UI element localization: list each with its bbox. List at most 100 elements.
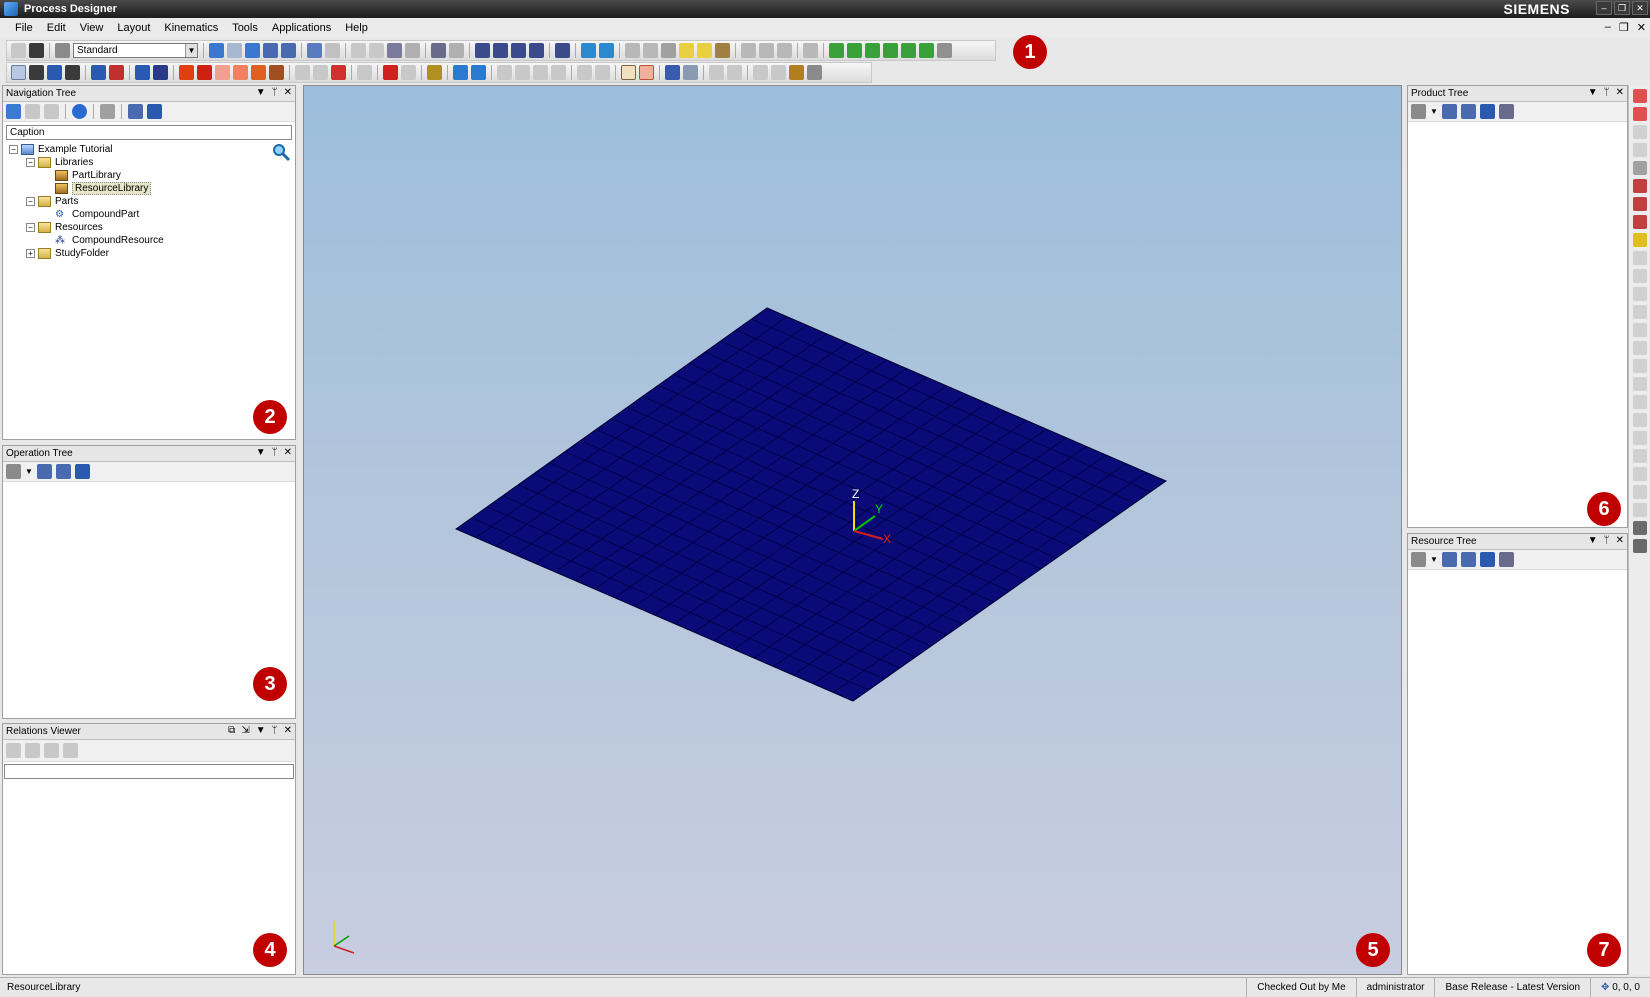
view-top-icon[interactable] xyxy=(901,43,916,58)
mark-icon[interactable] xyxy=(715,43,730,58)
link-icon[interactable] xyxy=(581,43,596,58)
panel-close-icon[interactable]: ✕ xyxy=(284,725,292,736)
new-icon[interactable] xyxy=(307,43,322,58)
properties-icon[interactable] xyxy=(431,43,446,58)
filter-icon[interactable] xyxy=(599,43,614,58)
filter-icon[interactable] xyxy=(1498,552,1514,567)
rotate-icon[interactable] xyxy=(65,65,80,80)
sort-icon[interactable] xyxy=(74,464,90,479)
chevron-down-icon[interactable]: ▼ xyxy=(1430,107,1438,116)
joint-icon[interactable] xyxy=(1633,179,1647,193)
box-zoom-icon[interactable] xyxy=(639,65,654,80)
detach-icon[interactable] xyxy=(643,43,658,58)
menu-applications[interactable]: Applications xyxy=(265,22,338,34)
filter-d-icon[interactable] xyxy=(1633,305,1647,319)
filter-icon[interactable] xyxy=(1498,104,1514,119)
camera-icon[interactable] xyxy=(665,65,680,80)
new-operation-icon[interactable] xyxy=(6,464,21,479)
frame-icon[interactable] xyxy=(515,65,530,80)
panel-menu-icon[interactable]: ▼ xyxy=(256,87,266,98)
zoom-selection-icon[interactable] xyxy=(109,65,124,80)
filter-o-icon[interactable] xyxy=(1633,503,1647,517)
panel-menu-icon[interactable]: ▼ xyxy=(256,725,266,736)
filter-n-icon[interactable] xyxy=(1633,485,1647,499)
mdi-minimize-icon[interactable]: – xyxy=(1605,21,1611,34)
shaded-icon[interactable] xyxy=(197,65,212,80)
layout-icon[interactable] xyxy=(55,43,70,58)
menu-view[interactable]: View xyxy=(73,22,111,34)
cone-icon[interactable] xyxy=(595,65,610,80)
forward-icon[interactable] xyxy=(44,104,59,119)
select-arrow-icon[interactable] xyxy=(11,65,26,80)
transparent-icon[interactable] xyxy=(233,65,248,80)
filter-g-icon[interactable] xyxy=(1633,359,1647,373)
float-icon[interactable]: ⧉ xyxy=(228,725,235,736)
caption-column-header[interactable]: Caption xyxy=(6,125,292,140)
tree-node-resources[interactable]: − Resources xyxy=(7,221,295,234)
save-icon[interactable] xyxy=(29,43,44,58)
hide-icon[interactable] xyxy=(759,43,774,58)
attach-icon[interactable] xyxy=(625,43,640,58)
search-icon[interactable] xyxy=(271,142,291,162)
collapse-icon[interactable]: − xyxy=(9,145,18,154)
snapshot-icon[interactable] xyxy=(753,65,768,80)
box-select-icon[interactable] xyxy=(621,65,636,80)
graphic-viewer[interactable]: Z Y X xyxy=(303,85,1402,975)
report-icon[interactable] xyxy=(1633,521,1647,535)
solid-icon[interactable] xyxy=(179,65,194,80)
panel-close-icon[interactable]: ✕ xyxy=(284,87,292,98)
relation-filter-icon[interactable] xyxy=(63,743,78,758)
menu-layout[interactable]: Layout xyxy=(110,22,157,34)
view-back-icon[interactable] xyxy=(847,43,862,58)
tree-node-compound-resource[interactable]: ⁂ CompoundResource xyxy=(7,234,295,247)
filter-k-icon[interactable] xyxy=(1633,431,1647,445)
menu-help[interactable]: Help xyxy=(338,22,375,34)
pan-icon[interactable] xyxy=(29,65,44,80)
tree-node-parts[interactable]: − Parts xyxy=(7,195,295,208)
filter-h-icon[interactable] xyxy=(1633,377,1647,391)
export-icon[interactable] xyxy=(1633,539,1647,553)
light-icon[interactable] xyxy=(679,43,694,58)
collapse-icon[interactable]: − xyxy=(26,197,35,206)
robot-icon[interactable] xyxy=(453,65,468,80)
cascade-icon[interactable] xyxy=(511,43,526,58)
tree-node-compound-part[interactable]: ⚙ CompoundPart xyxy=(7,208,295,221)
folder-up-icon[interactable] xyxy=(100,104,115,119)
assign-icon[interactable] xyxy=(1633,89,1647,103)
spreadsheet-icon[interactable] xyxy=(529,43,544,58)
pin-icon[interactable]: ᛘ xyxy=(272,725,278,736)
globe-icon[interactable] xyxy=(72,104,87,119)
unassign-icon[interactable] xyxy=(1633,107,1647,121)
collapse-icon[interactable]: − xyxy=(26,158,35,167)
find-icon[interactable] xyxy=(55,464,71,479)
view-right-icon[interactable] xyxy=(883,43,898,58)
axis-icon[interactable] xyxy=(1633,215,1647,229)
texture-icon[interactable] xyxy=(269,65,284,80)
pin-icon[interactable]: ᛘ xyxy=(1604,535,1610,546)
new-resource-icon[interactable] xyxy=(1411,552,1426,567)
layout-manager-icon[interactable] xyxy=(789,65,804,80)
layout-combo[interactable]: Standard ▼ xyxy=(73,43,198,58)
sort-icon[interactable] xyxy=(1479,104,1495,119)
filter-m-icon[interactable] xyxy=(1633,467,1647,481)
paste-icon[interactable] xyxy=(1633,143,1647,157)
filter-icon[interactable] xyxy=(1633,233,1647,247)
group-icon[interactable] xyxy=(661,43,676,58)
filter-j-icon[interactable] xyxy=(1633,413,1647,427)
placement-icon[interactable] xyxy=(357,65,372,80)
add-relation-icon[interactable] xyxy=(25,743,40,758)
sort-icon[interactable] xyxy=(147,104,162,119)
view-iso-icon[interactable] xyxy=(937,43,952,58)
panel-menu-icon[interactable]: ▼ xyxy=(256,447,266,458)
view-front-icon[interactable] xyxy=(829,43,844,58)
tree-node-part-library[interactable]: PartLibrary xyxy=(7,169,295,182)
menu-file[interactable]: File xyxy=(8,22,40,34)
close-button[interactable]: ✕ xyxy=(1632,1,1648,15)
chevron-down-icon[interactable]: ▼ xyxy=(185,44,197,57)
check-out-icon[interactable] xyxy=(227,43,242,58)
find-icon[interactable] xyxy=(1460,552,1476,567)
blank-icon[interactable] xyxy=(777,43,792,58)
zoom-icon[interactable] xyxy=(47,65,62,80)
restore-button[interactable]: ❐ xyxy=(1614,1,1630,15)
relocate-icon[interactable] xyxy=(383,65,398,80)
